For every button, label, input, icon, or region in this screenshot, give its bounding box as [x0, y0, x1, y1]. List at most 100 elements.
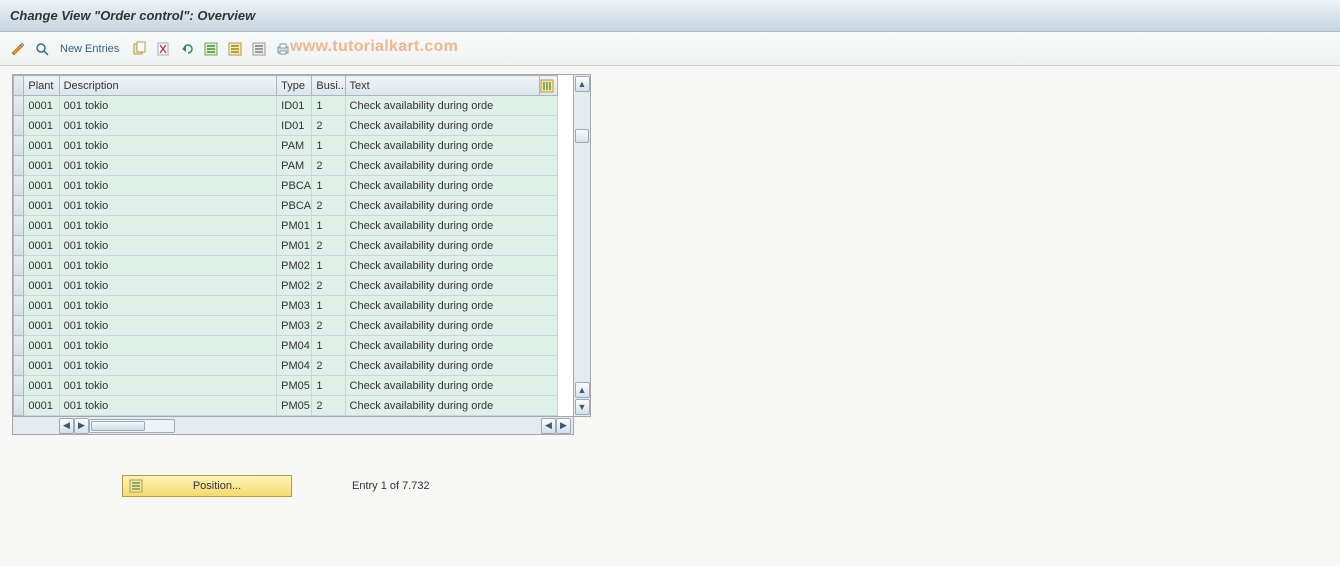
cell-busi[interactable]: 2 — [312, 396, 345, 416]
cell-description[interactable]: 001 tokio — [59, 176, 277, 196]
cell-type[interactable]: PM04 — [277, 336, 312, 356]
row-handle[interactable] — [14, 176, 24, 196]
cell-text[interactable]: Check availability during orde — [345, 276, 557, 296]
row-handle[interactable] — [14, 376, 24, 396]
table-config-button[interactable] — [540, 76, 558, 96]
cell-plant[interactable]: 0001 — [24, 356, 59, 376]
cell-description[interactable]: 001 tokio — [59, 336, 277, 356]
cell-busi[interactable]: 2 — [312, 356, 345, 376]
cell-busi[interactable]: 1 — [312, 296, 345, 316]
cell-text[interactable]: Check availability during orde — [345, 176, 557, 196]
vertical-scrollbar[interactable]: ▲ ▲ ▼ — [574, 74, 591, 417]
cell-plant[interactable]: 0001 — [24, 276, 59, 296]
cell-busi[interactable]: 1 — [312, 96, 345, 116]
cell-busi[interactable]: 1 — [312, 336, 345, 356]
cell-plant[interactable]: 0001 — [24, 396, 59, 416]
column-text[interactable]: Text — [345, 76, 540, 96]
cell-description[interactable]: 001 tokio — [59, 256, 277, 276]
row-handle[interactable] — [14, 116, 24, 136]
column-description[interactable]: Description — [59, 76, 277, 96]
cell-text[interactable]: Check availability during orde — [345, 316, 557, 336]
cell-text[interactable]: Check availability during orde — [345, 336, 557, 356]
new-entries-button[interactable]: New Entries — [60, 43, 119, 55]
cell-type[interactable]: PAM — [277, 156, 312, 176]
cell-text[interactable]: Check availability during orde — [345, 116, 557, 136]
cell-type[interactable]: PM03 — [277, 316, 312, 336]
column-busi[interactable]: Busi... — [312, 76, 345, 96]
cell-type[interactable]: PM01 — [277, 236, 312, 256]
table-row[interactable]: 0001001 tokioPM011Check availability dur… — [14, 216, 558, 236]
cell-busi[interactable]: 2 — [312, 316, 345, 336]
cell-description[interactable]: 001 tokio — [59, 116, 277, 136]
table-row[interactable]: 0001001 tokioPM032Check availability dur… — [14, 316, 558, 336]
cell-plant[interactable]: 0001 — [24, 336, 59, 356]
cell-plant[interactable]: 0001 — [24, 216, 59, 236]
table-row[interactable]: 0001001 tokioPM052Check availability dur… — [14, 396, 558, 416]
cell-type[interactable]: PBCA — [277, 196, 312, 216]
cell-description[interactable]: 001 tokio — [59, 316, 277, 336]
cell-description[interactable]: 001 tokio — [59, 376, 277, 396]
cell-text[interactable]: Check availability during orde — [345, 96, 557, 116]
row-handle[interactable] — [14, 356, 24, 376]
scroll-thumb[interactable] — [575, 129, 589, 143]
cell-description[interactable]: 001 tokio — [59, 396, 277, 416]
cell-plant[interactable]: 0001 — [24, 236, 59, 256]
cell-busi[interactable]: 2 — [312, 236, 345, 256]
scroll-right-step-button[interactable]: ▶ — [74, 418, 89, 434]
undo-icon[interactable] — [177, 39, 197, 59]
cell-type[interactable]: PM05 — [277, 396, 312, 416]
cell-text[interactable]: Check availability during orde — [345, 136, 557, 156]
cell-text[interactable]: Check availability during orde — [345, 396, 557, 416]
cell-plant[interactable]: 0001 — [24, 136, 59, 156]
cell-busi[interactable]: 1 — [312, 176, 345, 196]
deselect-all-icon[interactable] — [249, 39, 269, 59]
hscroll-thumb[interactable] — [91, 421, 145, 431]
cell-busi[interactable]: 2 — [312, 116, 345, 136]
table-row[interactable]: 0001001 tokioPM022Check availability dur… — [14, 276, 558, 296]
cell-busi[interactable]: 1 — [312, 216, 345, 236]
table-row[interactable]: 0001001 tokioPM042Check availability dur… — [14, 356, 558, 376]
row-handle[interactable] — [14, 396, 24, 416]
cell-description[interactable]: 001 tokio — [59, 196, 277, 216]
row-handle[interactable] — [14, 316, 24, 336]
cell-type[interactable]: PM01 — [277, 216, 312, 236]
cell-description[interactable]: 001 tokio — [59, 96, 277, 116]
cell-type[interactable]: ID01 — [277, 96, 312, 116]
table-row[interactable]: 0001001 tokioPBCA2Check availability dur… — [14, 196, 558, 216]
row-handle[interactable] — [14, 196, 24, 216]
cell-text[interactable]: Check availability during orde — [345, 156, 557, 176]
cell-plant[interactable]: 0001 — [24, 296, 59, 316]
cell-plant[interactable]: 0001 — [24, 256, 59, 276]
cell-text[interactable]: Check availability during orde — [345, 236, 557, 256]
table-row[interactable]: 0001001 tokioPAM1Check availability duri… — [14, 136, 558, 156]
row-handle[interactable] — [14, 136, 24, 156]
row-handle[interactable] — [14, 336, 24, 356]
find-icon[interactable] — [32, 39, 52, 59]
table-row[interactable]: 0001001 tokioID011Check availability dur… — [14, 96, 558, 116]
hscroll-track[interactable] — [89, 419, 175, 433]
scroll-down-button[interactable]: ▼ — [575, 399, 590, 415]
cell-description[interactable]: 001 tokio — [59, 136, 277, 156]
cell-description[interactable]: 001 tokio — [59, 156, 277, 176]
cell-description[interactable]: 001 tokio — [59, 296, 277, 316]
row-selector-header[interactable] — [14, 76, 24, 96]
cell-type[interactable]: PM04 — [277, 356, 312, 376]
row-handle[interactable] — [14, 296, 24, 316]
cell-type[interactable]: PAM — [277, 136, 312, 156]
cell-plant[interactable]: 0001 — [24, 96, 59, 116]
scroll-left-end-button[interactable]: ◀ — [541, 418, 556, 434]
cell-busi[interactable]: 2 — [312, 156, 345, 176]
cell-text[interactable]: Check availability during orde — [345, 196, 557, 216]
delete-icon[interactable] — [153, 39, 173, 59]
cell-text[interactable]: Check availability during orde — [345, 356, 557, 376]
cell-busi[interactable]: 2 — [312, 276, 345, 296]
cell-description[interactable]: 001 tokio — [59, 356, 277, 376]
scroll-up-page-button[interactable]: ▲ — [575, 382, 590, 398]
cell-type[interactable]: PM03 — [277, 296, 312, 316]
table-row[interactable]: 0001001 tokioPM021Check availability dur… — [14, 256, 558, 276]
cell-text[interactable]: Check availability during orde — [345, 376, 557, 396]
cell-type[interactable]: PM05 — [277, 376, 312, 396]
row-handle[interactable] — [14, 256, 24, 276]
table-row[interactable]: 0001001 tokioPM041Check availability dur… — [14, 336, 558, 356]
row-handle[interactable] — [14, 216, 24, 236]
